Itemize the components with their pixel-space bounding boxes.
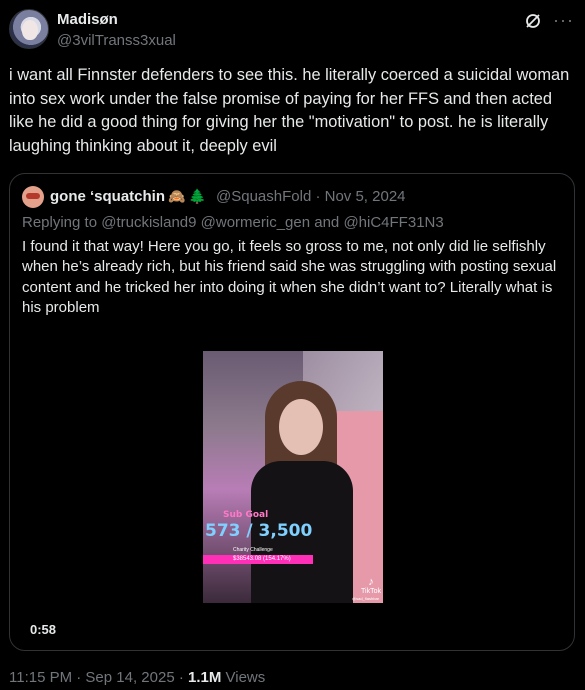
tweet-footer: 11:15 PM · Sep 14, 2025 · 1.1M Views — [9, 669, 265, 686]
tweet-text: i want all Finnster defenders to see thi… — [9, 66, 570, 155]
quote-avatar[interactable] — [22, 186, 44, 208]
tiktok-handle: @sad_flashbar — [352, 596, 379, 601]
video-thumbnail[interactable]: Sub Goal 573 / 3,500 Charity Challenge $… — [203, 351, 383, 603]
video-duration: 0:58 — [30, 622, 57, 637]
replying-to-handles[interactable]: @truckisland9 @wormeric_gen and @hiC4FF3… — [101, 214, 444, 231]
quoted-tweet[interactable]: gone ‘squatchin 🙈 🌲 @SquashFold · Nov 5, 2… — [9, 173, 575, 651]
charity-value: $38543.08 (154.17%) — [233, 556, 291, 562]
monkey-emoji-icon: 🙈 — [168, 188, 186, 204]
sub-goal-count: 573 / 3,500 — [205, 521, 313, 541]
quote-author-meta[interactable]: @SquashFold · Nov 5, 2024 — [216, 188, 406, 205]
tweet-header: Madisøn @3vilTranss3xual ··· — [9, 8, 576, 52]
replying-to: Replying to @truckisland9 @wormeric_gen … — [22, 214, 444, 231]
quote-text: I found it that way! Here you go, it fee… — [22, 238, 557, 316]
author-handle[interactable]: @3vilTranss3xual — [57, 32, 176, 49]
sub-goal-label: Sub Goal — [223, 510, 269, 520]
avatar-detail — [26, 193, 40, 199]
tiktok-watermark: ♪ TikTok — [361, 576, 381, 595]
quote-author-name-text: gone ‘squatchin — [50, 188, 166, 205]
grok-icon[interactable] — [524, 12, 542, 30]
views-count: 1.1M — [188, 669, 222, 686]
author-name[interactable]: Madisøn — [57, 11, 118, 28]
quote-author-name[interactable]: gone ‘squatchin 🙈 🌲 — [50, 188, 206, 205]
tiktok-icon: ♪ — [368, 576, 374, 588]
tree-emoji-icon: 🌲 — [188, 188, 206, 204]
timestamp[interactable]: 11:15 PM · Sep 14, 2025 · — [9, 669, 188, 686]
charity-label: Charity Challenge — [233, 547, 273, 553]
tiktok-label: TikTok — [361, 588, 381, 595]
avatar[interactable] — [9, 9, 49, 49]
video-person-face — [279, 399, 323, 455]
more-icon[interactable]: ··· — [553, 10, 574, 31]
avatar-face — [22, 20, 38, 40]
replying-to-prefix: Replying to — [22, 214, 102, 231]
views-label: Views — [221, 669, 266, 686]
